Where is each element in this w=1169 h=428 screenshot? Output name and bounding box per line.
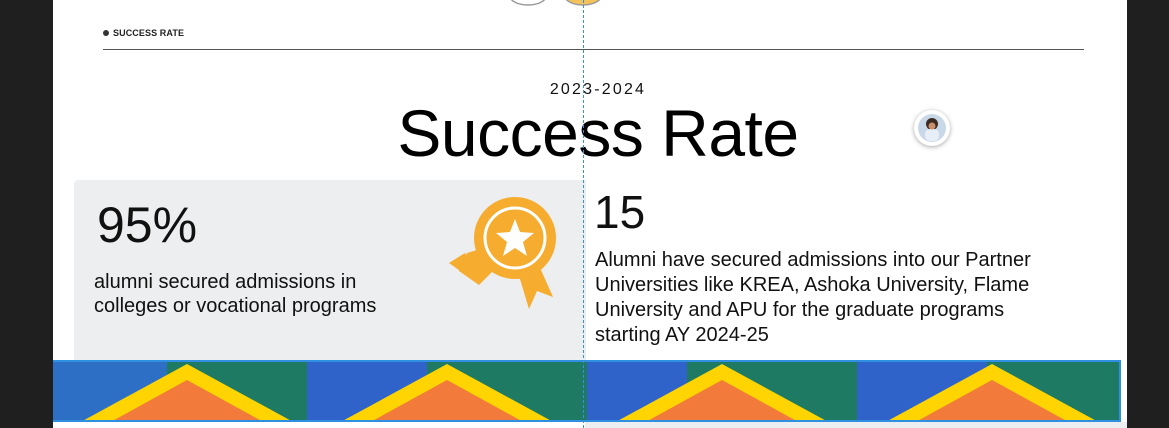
top-ornament [510, 0, 601, 6]
stat-left-value: 95% [97, 197, 198, 253]
decorative-pattern-strip[interactable] [53, 360, 1121, 422]
award-icon [449, 197, 556, 309]
page-title: Success Rate [397, 96, 799, 170]
card-right-background [585, 422, 1127, 428]
pattern-image [53, 362, 1119, 420]
page-canvas: SUCCESS RATE 2023-2024 Success Rate 95% … [53, 0, 1127, 428]
stat-right-value: 15 [594, 186, 646, 238]
section-tag-label: SUCCESS RATE [113, 28, 185, 38]
bullet-icon [103, 30, 109, 36]
avatar-image [918, 114, 946, 142]
section-tag: SUCCESS RATE [103, 28, 184, 38]
stat-right-description: Alumni have secured admissions into our … [595, 249, 1031, 346]
stat-left-description: alumni secured admissions in colleges or… [94, 271, 377, 317]
alignment-guide [583, 0, 584, 428]
divider [103, 49, 1084, 50]
collaborator-avatar[interactable] [914, 110, 950, 146]
